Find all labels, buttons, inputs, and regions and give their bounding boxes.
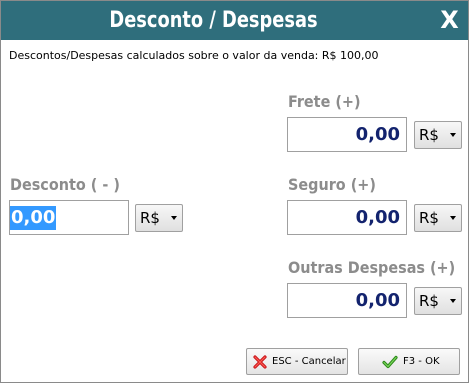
desconto-currency-value: R$ bbox=[140, 209, 160, 227]
frete-currency-select[interactable]: R$ bbox=[414, 121, 462, 149]
chevron-down-icon bbox=[450, 299, 456, 303]
desconto-value-selected: 0,00 bbox=[10, 206, 57, 230]
discount-expenses-dialog: Desconto / Despesas X Descontos/Despesas… bbox=[0, 0, 469, 383]
seguro-label: Seguro (+) bbox=[288, 175, 376, 194]
green-check-icon bbox=[382, 355, 398, 369]
desconto-label: Desconto ( - ) bbox=[10, 175, 120, 194]
sale-value-info: Descontos/Despesas calculados sobre o va… bbox=[9, 49, 379, 62]
desconto-input[interactable]: 0,00 bbox=[9, 200, 129, 235]
frete-currency-value: R$ bbox=[419, 126, 439, 144]
seguro-input[interactable]: 0,00 bbox=[287, 200, 407, 235]
outras-despesas-currency-select[interactable]: R$ bbox=[414, 287, 462, 315]
outras-despesas-label: Outras Despesas (+) bbox=[288, 258, 456, 277]
outras-despesas-input[interactable]: 0,00 bbox=[287, 283, 407, 318]
red-x-icon bbox=[253, 355, 267, 369]
frete-input[interactable]: 0,00 bbox=[287, 117, 407, 152]
cancel-button[interactable]: ESC - Cancelar bbox=[246, 348, 348, 375]
seguro-currency-value: R$ bbox=[419, 209, 439, 227]
chevron-down-icon bbox=[171, 216, 177, 220]
chevron-down-icon bbox=[450, 133, 456, 137]
ok-button-label: F3 - OK bbox=[403, 356, 440, 367]
dialog-title: Desconto / Despesas bbox=[109, 8, 318, 33]
cancel-button-label: ESC - Cancelar bbox=[272, 356, 346, 367]
chevron-down-icon bbox=[450, 216, 456, 220]
seguro-currency-select[interactable]: R$ bbox=[414, 204, 462, 232]
title-bar: Desconto / Despesas X bbox=[1, 1, 468, 40]
frete-label: Frete (+) bbox=[288, 92, 361, 111]
ok-button[interactable]: F3 - OK bbox=[358, 348, 460, 375]
outras-despesas-currency-value: R$ bbox=[419, 292, 439, 310]
close-button[interactable]: X bbox=[431, 1, 468, 40]
desconto-currency-select[interactable]: R$ bbox=[135, 204, 183, 232]
